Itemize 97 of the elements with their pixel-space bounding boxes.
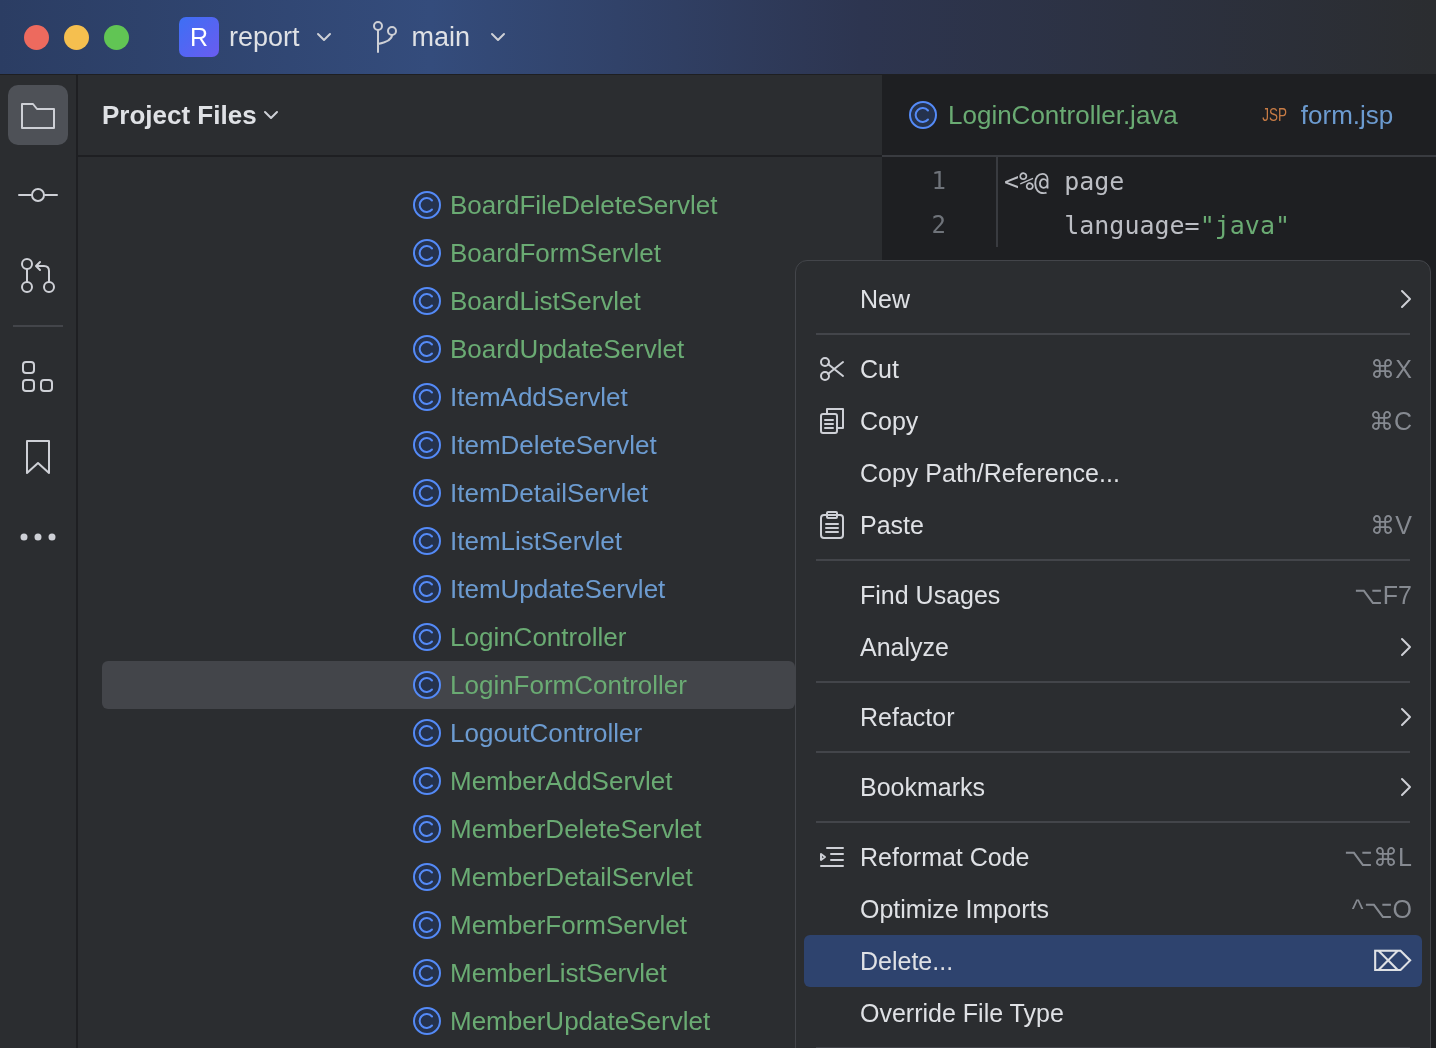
code-line: language="java" <box>1063 210 1290 240</box>
class-icon <box>412 1006 442 1036</box>
line-number: 1 <box>931 167 946 195</box>
clipboard-icon <box>819 511 845 539</box>
file-row[interactable]: LogoutController <box>102 709 795 757</box>
file-row[interactable]: ItemListServlet <box>102 517 795 565</box>
branch-name[interactable]: main <box>411 21 471 53</box>
menu-item[interactable]: Delete... ⌦ <box>804 935 1422 987</box>
class-icon <box>412 574 442 604</box>
file-name: ItemListServlet <box>450 525 622 557</box>
commit-icon <box>18 187 58 203</box>
class-icon <box>412 478 442 508</box>
class-icon <box>412 526 442 556</box>
file-row[interactable]: MemberListServlet <box>102 949 795 997</box>
file-row[interactable]: MemberDetailServlet <box>102 853 795 901</box>
copy-icon <box>819 407 845 435</box>
class-icon <box>412 334 442 364</box>
file-name: BoardFileDeleteServlet <box>450 189 718 221</box>
menu-item[interactable]: Paste ⌘V <box>804 499 1422 551</box>
class-icon <box>412 670 442 700</box>
scissors-icon <box>819 356 845 382</box>
file-name: MemberFormServlet <box>450 909 687 941</box>
class-icon <box>412 958 442 988</box>
zoom-button[interactable] <box>104 24 129 50</box>
file-name: LogoutController <box>450 717 643 749</box>
file-name: ItemDeleteServlet <box>450 429 657 461</box>
file-row[interactable]: ItemAddServlet <box>102 373 795 421</box>
file-name: ItemUpdateServlet <box>450 573 666 605</box>
class-icon <box>412 286 442 316</box>
file-name: MemberDetailServlet <box>450 861 693 893</box>
editor-tab[interactable]: form.jsp <box>1300 99 1394 131</box>
file-name: MemberDeleteServlet <box>450 813 702 845</box>
file-row[interactable]: ItemDeleteServlet <box>102 421 795 469</box>
class-icon <box>412 190 442 220</box>
class-icon <box>412 382 442 412</box>
chevron-down-icon <box>315 32 332 42</box>
menu-item[interactable]: Reformat Code ⌥⌘L <box>804 831 1422 883</box>
menu-item[interactable]: Optimize Imports ^⌥O <box>804 883 1422 935</box>
file-row[interactable]: MemberDeleteServlet <box>102 805 795 853</box>
file-row[interactable]: MemberUpdateServlet <box>102 997 795 1045</box>
chevron-down-icon <box>490 32 507 42</box>
folder-icon <box>20 100 56 130</box>
file-name: MemberListServlet <box>450 957 667 989</box>
file-name: BoardListServlet <box>450 285 641 317</box>
file-row[interactable]: ItemUpdateServlet <box>102 565 795 613</box>
menu-item[interactable]: New <box>804 273 1422 325</box>
class-icon <box>412 814 442 844</box>
file-row[interactable]: LoginFormController <box>102 661 795 709</box>
class-icon <box>412 622 442 652</box>
chevron-down-icon <box>262 110 279 120</box>
file-row[interactable]: MemberFormServlet <box>102 901 795 949</box>
menu-item[interactable]: Find Usages ⌥F7 <box>804 569 1422 621</box>
file-name: MemberAddServlet <box>450 765 673 797</box>
file-row[interactable]: ItemDetailServlet <box>102 469 795 517</box>
branch-icon <box>371 20 398 54</box>
structure-icon <box>21 360 55 394</box>
file-row[interactable]: LoginController <box>102 613 795 661</box>
file-name: BoardFormServlet <box>450 237 661 269</box>
file-row[interactable]: BoardFormServlet <box>102 229 795 277</box>
bookmark-icon <box>24 439 52 475</box>
file-row[interactable]: BoardListServlet <box>102 277 795 325</box>
class-icon <box>412 430 442 460</box>
class-icon <box>412 862 442 892</box>
menu-item[interactable]: Cut ⌘X <box>804 343 1422 395</box>
pull-request-icon <box>20 257 56 293</box>
close-button[interactable] <box>24 24 49 50</box>
minimize-button[interactable] <box>64 24 89 50</box>
file-name: ItemDetailServlet <box>450 477 648 509</box>
file-row[interactable]: BoardFileDeleteServlet <box>102 181 795 229</box>
class-icon <box>412 238 442 268</box>
project-badge: R <box>179 17 219 57</box>
file-row[interactable]: MemberAddServlet <box>102 757 795 805</box>
menu-item[interactable]: Bookmarks <box>804 761 1422 813</box>
menu-item[interactable]: Copy ⌘C <box>804 395 1422 447</box>
file-name: LoginFormController <box>450 669 687 701</box>
menu-item[interactable]: Override File Type <box>804 987 1422 1039</box>
class-icon <box>412 910 442 940</box>
file-name: BoardUpdateServlet <box>450 333 685 365</box>
menu-item[interactable]: Analyze <box>804 621 1422 673</box>
file-name: ItemAddServlet <box>450 381 628 413</box>
jsp-label: JSP <box>1261 104 1287 126</box>
line-number: 2 <box>931 211 946 239</box>
class-icon <box>908 100 938 130</box>
menu-item[interactable]: Refactor <box>804 691 1422 743</box>
class-icon <box>412 766 442 796</box>
file-name: LoginController <box>450 621 627 653</box>
file-row[interactable]: BoardUpdateServlet <box>102 325 795 373</box>
class-icon <box>412 718 442 748</box>
editor-tab[interactable]: LoginController.java <box>948 99 1178 131</box>
more-icon <box>20 533 56 541</box>
tool-window-button[interactable] <box>8 85 68 145</box>
code-line: <%@ page <box>1004 166 1125 196</box>
project-name[interactable]: report <box>229 21 300 53</box>
menu-item[interactable]: Copy Path/Reference... <box>804 447 1422 499</box>
file-name: MemberUpdateServlet <box>450 1005 711 1037</box>
reformat-icon <box>819 846 845 868</box>
panel-title[interactable]: Project Files <box>102 99 257 131</box>
